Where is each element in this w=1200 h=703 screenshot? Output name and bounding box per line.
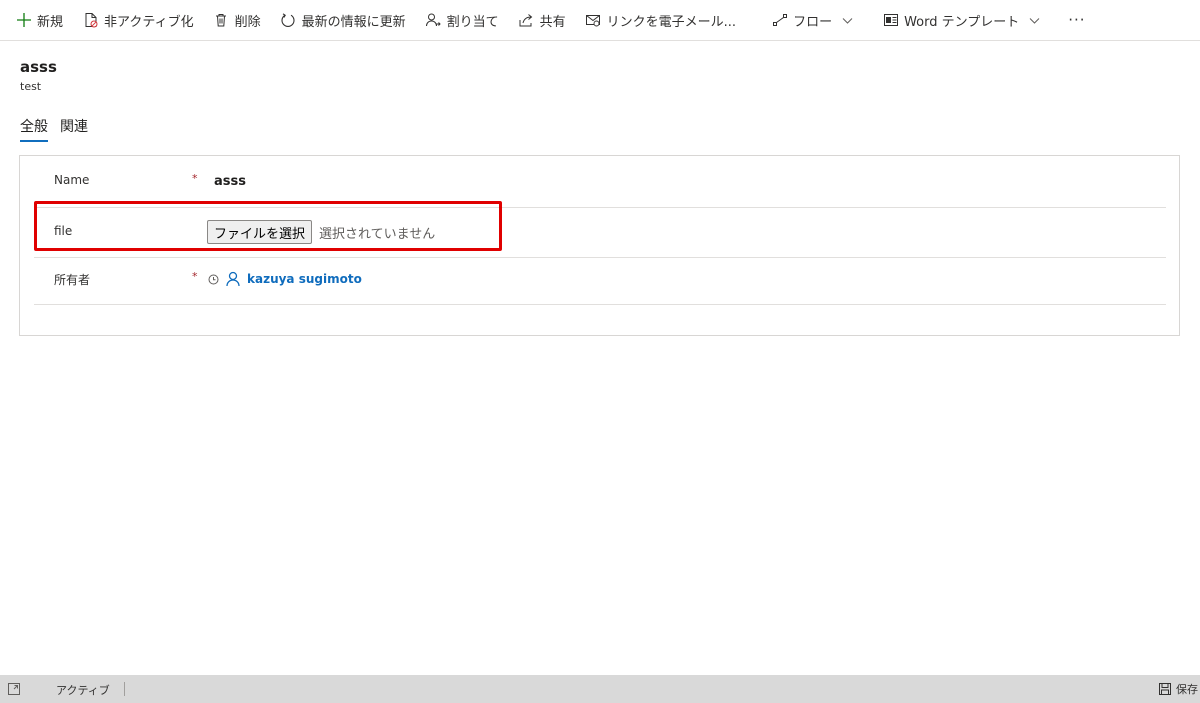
owner-required-mark: * <box>192 270 198 283</box>
share-button-label: 共有 <box>539 14 566 30</box>
assign-button-label: 割り当て <box>446 14 499 30</box>
owner-field-label: 所有者 <box>54 273 91 287</box>
save-icon <box>1159 683 1171 695</box>
deactivate-button[interactable]: 非アクティブ化 <box>77 0 200 41</box>
name-field-label: Name <box>54 173 90 187</box>
document-deactivate-icon <box>82 12 99 29</box>
form-section: Name * asss file ファイルを選択 選択されていません 所有者 *… <box>19 155 1180 336</box>
owner-link[interactable]: kazuya sugimoto <box>247 272 362 286</box>
tab-general[interactable]: 全般 <box>20 116 48 142</box>
divider <box>34 257 1166 258</box>
person-icon <box>225 271 241 287</box>
status-bar: アクティブ 保存 <box>0 675 1200 703</box>
chevron-down-icon <box>842 15 853 26</box>
refresh-button[interactable]: 最新の情報に更新 <box>275 0 412 41</box>
chevron-down-icon <box>1029 15 1040 26</box>
flow-button[interactable]: フロー <box>766 0 859 41</box>
person-assign-icon <box>425 12 442 29</box>
email-link-icon <box>585 12 602 29</box>
expand-icon[interactable] <box>8 683 20 695</box>
record-title: asss <box>20 58 57 76</box>
record-subtitle: test <box>20 80 42 93</box>
name-field[interactable]: asss <box>214 174 246 189</box>
share-button[interactable]: 共有 <box>513 0 572 41</box>
new-button[interactable]: 新規 <box>10 0 69 41</box>
save-button[interactable]: 保存 <box>1159 681 1198 697</box>
divider <box>124 682 125 696</box>
delete-button-label: 削除 <box>234 14 261 30</box>
clock-icon <box>208 274 219 285</box>
assign-button[interactable]: 割り当て <box>420 0 505 41</box>
refresh-icon <box>280 12 297 29</box>
refresh-button-label: 最新の情報に更新 <box>301 14 406 30</box>
name-required-mark: * <box>192 172 198 185</box>
email-link-button[interactable]: リンクを電子メール... <box>580 0 742 41</box>
word-template-icon <box>882 12 899 29</box>
more-icon: ··· <box>1068 11 1086 29</box>
tab-list: 全般 関連 <box>20 116 100 142</box>
new-button-label: 新規 <box>37 14 64 30</box>
delete-button[interactable]: 削除 <box>208 0 267 41</box>
email-link-button-label: リンクを電子メール... <box>606 14 737 30</box>
share-icon <box>518 12 535 29</box>
plus-icon <box>15 12 32 29</box>
flow-button-label: フロー <box>793 14 833 30</box>
word-template-button[interactable]: Word テンプレート <box>877 0 1046 41</box>
record-status: アクティブ <box>56 684 110 697</box>
tab-related[interactable]: 関連 <box>60 116 88 142</box>
word-template-button-label: Word テンプレート <box>904 14 1020 30</box>
highlight-box <box>34 201 502 251</box>
save-button-label: 保存 <box>1176 683 1198 696</box>
deactivate-button-label: 非アクティブ化 <box>104 14 194 30</box>
command-bar: 新規 非アクティブ化 削除 最新の情報に更新 割り当て 共有 リンクを電子メール… <box>0 0 1200 41</box>
owner-field: kazuya sugimoto <box>208 271 362 287</box>
trash-icon <box>213 12 230 29</box>
flow-icon <box>771 12 788 29</box>
more-commands-button[interactable]: ··· <box>1058 0 1095 41</box>
divider <box>34 304 1166 305</box>
